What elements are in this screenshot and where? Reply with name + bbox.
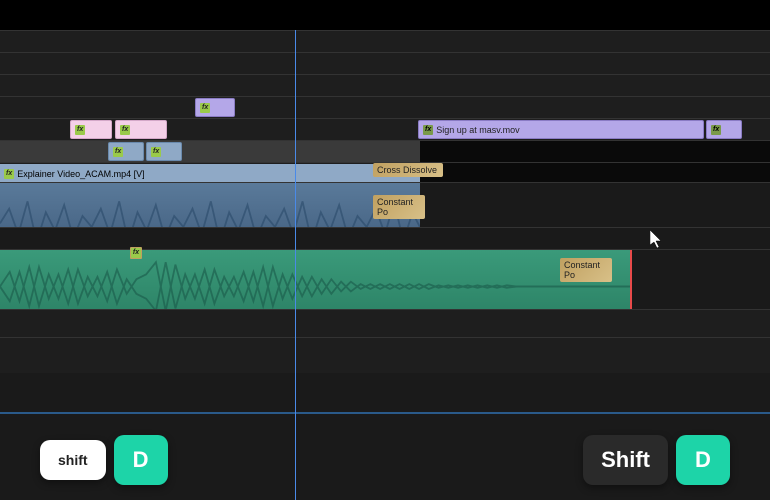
transition-label: Constant Po xyxy=(564,260,600,280)
track-v1[interactable]: fx Explainer Video_ACAM.mp4 [V] Cross Di… xyxy=(0,162,770,182)
clip-label: Sign up at masv.mov xyxy=(436,125,519,135)
clip-v1b-1[interactable]: fx xyxy=(108,142,144,161)
timeline-scrollbar[interactable] xyxy=(0,412,770,414)
track-empty[interactable] xyxy=(0,74,770,96)
key-label: D xyxy=(695,447,711,473)
track-v1b[interactable]: fx fx xyxy=(0,140,770,162)
clip-v1b-2[interactable]: fx xyxy=(146,142,182,161)
track-empty[interactable] xyxy=(0,52,770,74)
transition-label: Constant Po xyxy=(377,197,413,217)
transition-constant-power-a2[interactable]: Constant Po xyxy=(560,258,612,282)
key-d: D xyxy=(676,435,730,485)
fx-badge-icon: fx xyxy=(120,125,130,135)
clip-label: Explainer Video_ACAM.mp4 [V] xyxy=(17,169,144,179)
keyboard-shortcut-overlay-right: Shift D xyxy=(583,435,730,485)
track-a1[interactable]: Constant Po xyxy=(0,182,770,227)
clip-v2-signup[interactable]: fx Sign up at masv.mov xyxy=(418,120,704,139)
gap-region xyxy=(632,250,770,309)
track-empty-bottom[interactable] xyxy=(0,309,770,337)
key-shift: shift xyxy=(40,440,106,480)
track-v2[interactable]: fx fx fx Sign up at masv.mov fx xyxy=(0,118,770,140)
key-label: D xyxy=(133,447,149,473)
fx-badge-icon: fx xyxy=(711,125,721,135)
track-empty-bottom[interactable] xyxy=(0,337,770,373)
transition-constant-power-a1[interactable]: Constant Po xyxy=(373,195,425,219)
key-shift: Shift xyxy=(583,435,668,485)
clip-v2-pink-1[interactable]: fx xyxy=(70,120,112,139)
gap-region xyxy=(420,228,770,249)
track-empty[interactable] xyxy=(0,30,770,52)
gap-region xyxy=(420,183,770,227)
track-v3[interactable]: fx xyxy=(0,96,770,118)
clip-v3-purple[interactable]: fx xyxy=(195,98,235,117)
fx-badge-icon: fx xyxy=(75,125,85,135)
mouse-cursor-icon xyxy=(650,230,666,255)
fx-badge-icon: fx xyxy=(423,125,433,135)
gap-region xyxy=(420,163,770,182)
keyboard-shortcut-overlay-left: shift D xyxy=(40,435,168,485)
transition-label: Cross Dissolve xyxy=(377,165,437,175)
transition-cross-dissolve[interactable]: Cross Dissolve xyxy=(373,163,443,177)
clip-v2-pink-2[interactable]: fx xyxy=(115,120,167,139)
fx-badge-icon: fx xyxy=(200,103,210,113)
fx-badge-icon: fx xyxy=(4,169,14,179)
fx-badge-icon: fx xyxy=(151,147,161,157)
key-label: shift xyxy=(58,452,88,468)
fx-badge-icon: fx xyxy=(113,147,123,157)
track-a2[interactable]: fx Constant Po xyxy=(0,249,770,309)
key-d: D xyxy=(114,435,168,485)
timeline-panel[interactable]: fx fx fx fx Sign up at masv.mov fx fx fx… xyxy=(0,30,770,500)
gap-region xyxy=(420,141,770,162)
clip-v2-purple-end[interactable]: fx xyxy=(706,120,742,139)
clip-v1-main[interactable]: fx Explainer Video_ACAM.mp4 [V] xyxy=(0,164,420,183)
key-label: Shift xyxy=(601,447,650,473)
